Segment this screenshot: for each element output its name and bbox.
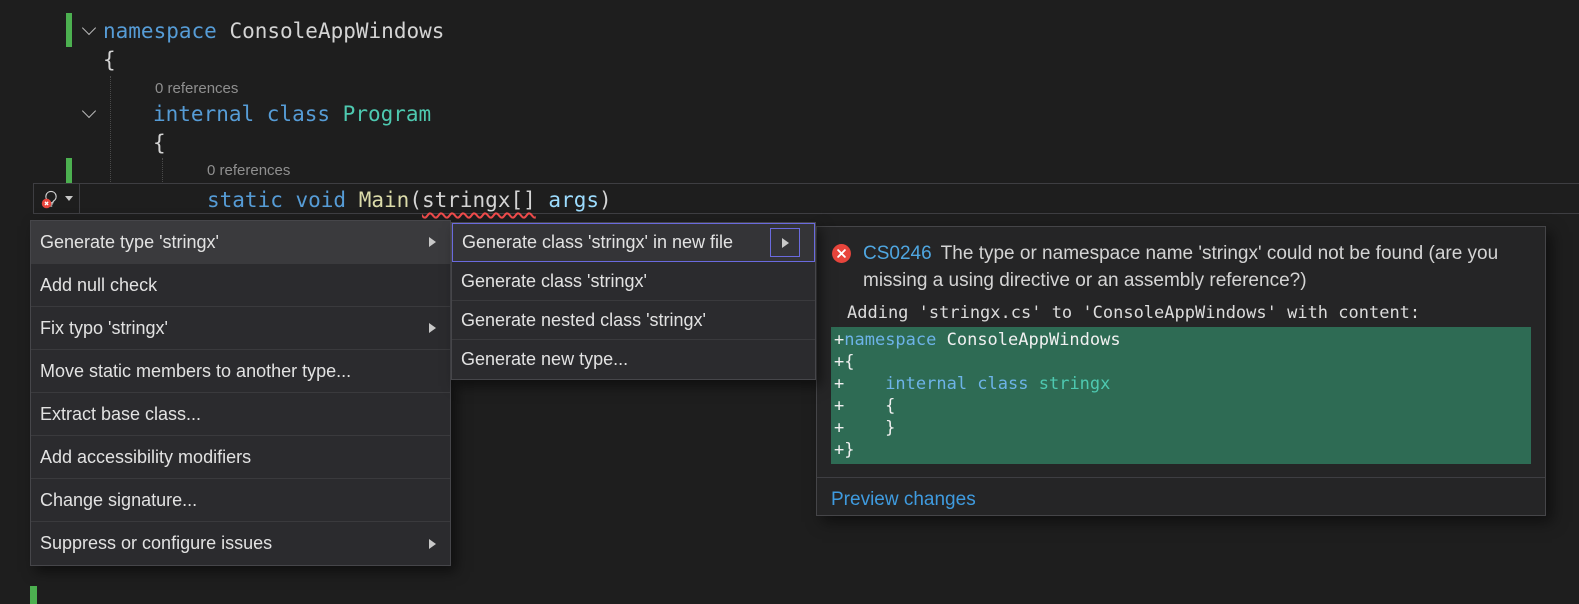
code-token-error: stringx[] [422,188,536,212]
diff-header-line: Adding 'stringx.cs' to 'ConsoleAppWindow… [817,300,1545,327]
diff-line: + internal class stringx [831,373,1531,395]
gutter-change-bar [30,586,37,604]
diff-line: +{ [831,351,1531,373]
code-token: args [548,188,599,212]
fold-chevron-icon[interactable] [82,104,96,118]
diff-line: +} [831,439,1531,461]
code-token [536,188,549,212]
quick-actions-menu: Generate type 'stringx' Add null check F… [30,220,451,566]
code-token: ConsoleAppWindows [936,330,1120,350]
code-token: + [834,374,885,394]
submenu-item-generate-nested-class[interactable]: Generate nested class 'stringx' [452,301,815,340]
code-token: Program [343,102,432,126]
vs-editor-screen: namespace ConsoleAppWindows { 0 referenc… [0,0,1579,604]
code-token: ConsoleAppWindows [229,19,444,43]
code-token: stringx [1039,374,1111,394]
code-line: { [153,129,166,157]
codelens-references[interactable]: 0 references [155,80,238,97]
error-header: CS0246The type or namespace name 'string… [817,227,1545,300]
menu-item-label: Generate type 'stringx' [40,232,429,253]
submenu-arrow-icon [782,238,789,248]
submenu-arrow-icon [429,323,436,333]
code-line: { [103,46,116,74]
code-token: ) [599,188,612,212]
codelens-references[interactable]: 0 references [207,162,290,179]
error-icon [831,243,852,264]
menu-item-suppress-or-configure[interactable]: Suppress or configure issues [31,522,450,565]
code-token: + [834,330,844,350]
diff-preview: +namespace ConsoleAppWindows +{ + intern… [831,327,1531,464]
submenu-item-generate-new-type[interactable]: Generate new type... [452,340,815,379]
menu-item-label: Generate class 'stringx' in new file [462,232,762,253]
menu-item-add-null-check[interactable]: Add null check [31,264,450,307]
menu-item-add-accessibility-modifiers[interactable]: Add accessibility modifiers [31,436,450,479]
indent-guide [110,76,111,182]
menu-item-label: Generate new type... [461,349,801,370]
code-token: internal class [153,102,330,126]
code-token: + } [834,418,895,438]
code-token: +{ [834,352,854,372]
code-token: +} [834,440,854,460]
menu-item-label: Move static members to another type... [40,361,436,382]
menu-item-fix-typo[interactable]: Fix typo 'stringx' [31,307,450,350]
code-line: namespace ConsoleAppWindows [103,17,444,45]
menu-item-move-static-members[interactable]: Move static members to another type... [31,350,450,393]
diff-line: +namespace ConsoleAppWindows [831,329,1531,351]
menu-item-label: Fix typo 'stringx' [40,318,429,339]
preview-changes-link[interactable]: Preview changes [831,489,976,510]
error-message: The type or namespace name 'stringx' cou… [863,243,1498,291]
code-token: Main [359,188,410,212]
menu-item-change-signature[interactable]: Change signature... [31,479,450,522]
generate-type-submenu: Generate class 'stringx' in new file Gen… [451,222,816,380]
code-token: + { [834,396,895,416]
code-token: static void [207,188,346,212]
lightbulb-icon [41,189,61,209]
error-text: CS0246The type or namespace name 'string… [863,240,1531,294]
panel-footer: Preview changes [817,477,1545,522]
menu-item-label: Generate class 'stringx' [461,271,801,292]
diff-line: + { [831,395,1531,417]
code-line: internal class Program [153,100,431,128]
submenu-item-generate-class[interactable]: Generate class 'stringx' [452,262,815,301]
diff-line: + } [831,417,1531,439]
error-preview-tooltip: CS0246The type or namespace name 'string… [816,226,1546,516]
code-token: ( [409,188,422,212]
preview-expander-button[interactable] [770,228,800,257]
code-line: static void Main(stringx[] args) [207,186,612,214]
error-code: CS0246 [863,243,941,264]
gutter-change-bar [66,158,72,186]
chevron-down-icon [65,196,73,201]
submenu-arrow-icon [429,539,436,549]
lightbulb-button[interactable] [33,183,80,214]
menu-item-label: Add null check [40,275,436,296]
code-token [217,19,230,43]
code-token [330,102,343,126]
menu-item-extract-base-class[interactable]: Extract base class... [31,393,450,436]
menu-item-label: Suppress or configure issues [40,533,429,554]
menu-item-label: Add accessibility modifiers [40,447,436,468]
code-token: { [103,48,116,72]
error-badge-icon [41,198,51,208]
submenu-item-generate-class-new-file[interactable]: Generate class 'stringx' in new file [452,223,815,262]
menu-item-label: Extract base class... [40,404,436,425]
menu-item-label: Change signature... [40,490,436,511]
code-token [346,188,359,212]
gutter-change-bar [66,13,72,47]
code-token [1028,374,1038,394]
menu-item-generate-type[interactable]: Generate type 'stringx' [31,221,450,264]
menu-item-label: Generate nested class 'stringx' [461,310,801,331]
code-token: namespace [103,19,217,43]
code-token: { [153,131,166,155]
code-token: namespace [844,330,936,350]
fold-chevron-icon[interactable] [82,21,96,35]
submenu-arrow-icon [429,237,436,247]
indent-guide [162,158,163,182]
code-token: internal class [885,374,1028,394]
